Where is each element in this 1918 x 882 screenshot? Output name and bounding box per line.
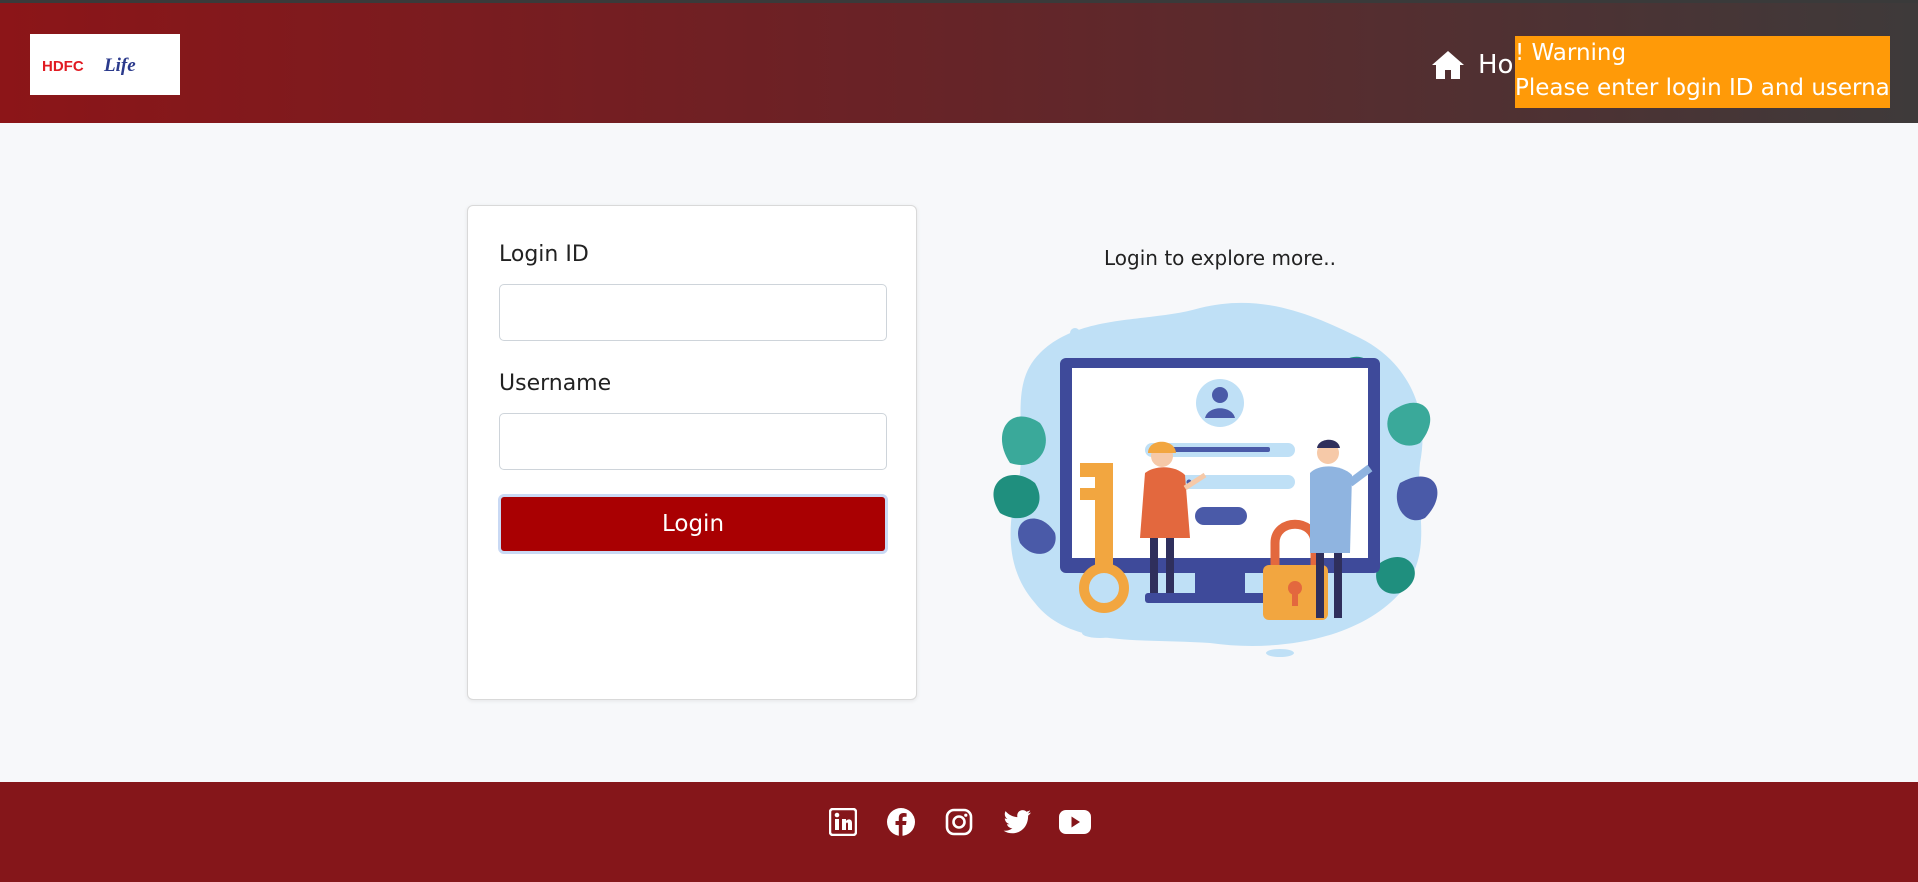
hdfc-life-logo[interactable]: HDFC Life [30,34,180,95]
instagram-icon [945,808,973,836]
login-tagline: Login to explore more.. [1104,246,1336,270]
facebook-link[interactable] [872,802,930,842]
home-nav-link[interactable]: Ho [1430,45,1513,85]
login-id-label: Login ID [499,242,589,267]
svg-text:Life: Life [103,55,136,76]
home-icon [1430,49,1466,81]
twitter-link[interactable] [988,802,1046,842]
social-links [0,802,1918,842]
login-card: Login ID Username Login [467,205,917,700]
login-illustration [980,293,1450,672]
youtube-icon [1058,809,1092,835]
warning-toast[interactable]: ! Warning Please enter login ID and user… [1515,36,1890,108]
toast-message: Please enter login ID and username [1515,75,1890,101]
login-button[interactable]: Login [498,494,888,554]
instagram-link[interactable] [930,802,988,842]
linkedin-icon [829,808,857,836]
youtube-link[interactable] [1046,802,1104,842]
twitter-icon [1002,809,1032,835]
username-label: Username [499,371,612,396]
top-navbar: HDFC Life Ho ! Warning Please enter logi… [0,0,1918,123]
footer [0,782,1918,882]
facebook-icon [886,807,916,837]
login-id-input[interactable] [499,284,887,341]
linkedin-link[interactable] [814,802,872,842]
toast-title: ! Warning [1515,40,1627,66]
svg-text:HDFC: HDFC [42,58,84,75]
username-input[interactable] [499,413,887,470]
home-nav-label: Ho [1478,50,1514,80]
